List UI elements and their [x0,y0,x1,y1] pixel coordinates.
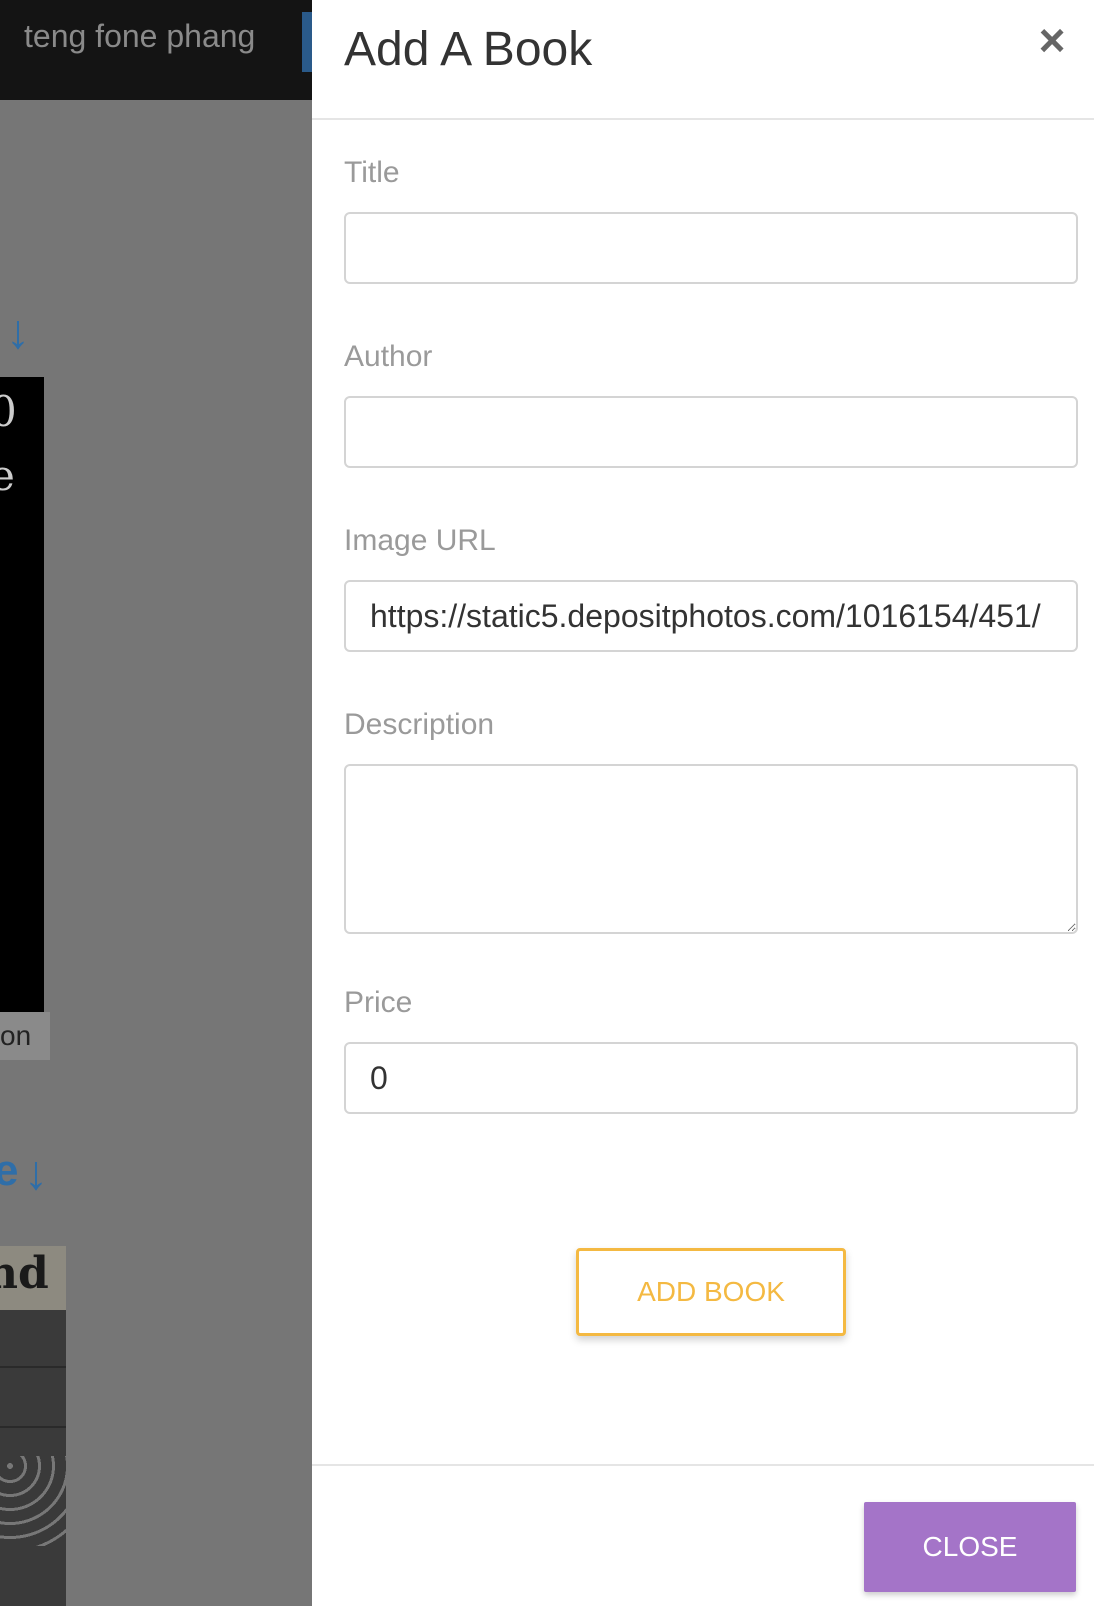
add-book-button[interactable]: ADD BOOK [576,1248,846,1336]
title-input[interactable] [344,212,1078,284]
arrow-down-icon-2: ↓ [24,1147,48,1200]
top-navbar: teng fone phang [0,0,312,100]
background-page: ↓ 0 e on e ↓ nd [0,100,312,1606]
close-icon[interactable]: × [1030,17,1074,63]
card-text-line1: 0 [0,387,17,436]
close-button[interactable]: CLOSE [864,1502,1076,1592]
price-input[interactable] [344,1042,1078,1114]
book-card-photo: nd [0,1246,66,1606]
arrow-prefix-text: e [0,1146,19,1195]
photo-caption-text: nd [0,1248,49,1299]
modal-footer-divider [312,1464,1094,1466]
image-url-label: Image URL [344,524,496,557]
user-name: teng fone phang [24,18,256,54]
modal-title: Add A Book [344,23,593,76]
arrow-down-icon: ↓ [6,306,30,359]
modal-header: Add A Book × [312,0,1094,120]
book-card-button-fragment: on [0,1012,50,1060]
book-card-button-label: on [0,1020,32,1051]
title-label: Title [344,156,400,189]
description-label: Description [344,708,495,741]
photo-caption: nd [0,1246,66,1310]
add-book-modal: Add A Book × Title Author Image URL Desc… [312,0,1094,1606]
nav-button-edge [302,12,312,72]
image-url-input[interactable] [344,580,1078,652]
book-card-cover: 0 e [0,377,44,1025]
author-label: Author [344,340,433,373]
brick-line [0,1426,66,1428]
author-input[interactable] [344,396,1078,468]
brick-line [0,1366,66,1368]
description-textarea[interactable] [344,764,1078,934]
card-text-line2: e [0,451,15,500]
photo-dots [0,1456,66,1546]
price-label: Price [344,986,413,1019]
